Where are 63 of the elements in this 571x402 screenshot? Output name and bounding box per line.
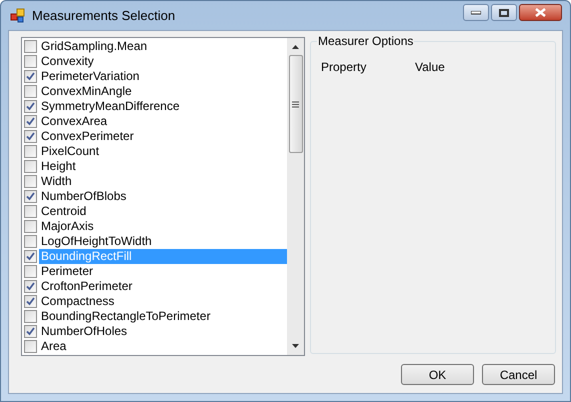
scroll-up-icon — [292, 45, 299, 49]
checkbox[interactable] — [24, 70, 37, 83]
list-item[interactable]: ConvexPerimeter — [39, 129, 287, 144]
maximize-button[interactable] — [491, 4, 517, 21]
column-header: Value — [415, 59, 446, 76]
checkbox[interactable] — [24, 175, 37, 188]
list-item[interactable]: Height — [39, 159, 287, 174]
minimize-icon — [471, 10, 481, 14]
list-item[interactable]: Width — [39, 174, 287, 189]
close-button[interactable] — [519, 4, 562, 21]
checkbox[interactable] — [24, 130, 37, 143]
checkbox[interactable] — [24, 190, 37, 203]
group-title: Measurer Options — [317, 33, 414, 49]
checkbox[interactable] — [24, 145, 37, 158]
list-item[interactable]: CroftonPerimeter — [39, 279, 287, 294]
list-item[interactable]: SymmetryMeanDifference — [39, 99, 287, 114]
minimize-button[interactable] — [463, 4, 489, 21]
checkbox[interactable] — [24, 340, 37, 353]
checkbox[interactable] — [24, 85, 37, 98]
list-item[interactable]: NumberOfBlobs — [39, 189, 287, 204]
scrollbar[interactable] — [287, 38, 304, 355]
list-item[interactable]: PerimeterVariation — [39, 69, 287, 84]
checkmark-icon — [26, 192, 35, 201]
list-item[interactable]: Convexity — [39, 54, 287, 69]
list-item[interactable]: Compactness — [39, 294, 287, 309]
checkbox[interactable] — [24, 250, 37, 263]
maximize-icon — [499, 8, 509, 16]
grip-icon — [292, 100, 299, 108]
checkbox[interactable] — [24, 160, 37, 173]
column-header: Property — [321, 59, 368, 76]
checkbox[interactable] — [24, 280, 37, 293]
checkbox[interactable] — [24, 325, 37, 338]
checkbox[interactable] — [24, 220, 37, 233]
checkbox[interactable] — [24, 235, 37, 248]
scroll-thumb[interactable] — [288, 55, 302, 153]
dialog-button[interactable]: Cancel — [482, 364, 555, 385]
scroll-down-icon — [292, 344, 299, 348]
checkbox[interactable] — [24, 265, 37, 278]
close-icon — [535, 8, 546, 17]
checkbox[interactable] — [24, 205, 37, 218]
checkmark-icon — [26, 252, 35, 261]
checkbox[interactable] — [24, 100, 37, 113]
list-item[interactable]: Perimeter — [39, 264, 287, 279]
list-item[interactable]: Area — [39, 339, 287, 354]
list-item[interactable]: BoundingRectangleToPerimeter — [39, 309, 287, 324]
list-item[interactable]: NumberOfHoles — [39, 324, 287, 339]
checkbox[interactable] — [24, 295, 37, 308]
checkbox[interactable] — [24, 115, 37, 128]
checkmark-icon — [26, 72, 35, 81]
checkmark-icon — [26, 327, 35, 336]
list-item[interactable]: ConvexArea — [39, 114, 287, 129]
app-icon — [10, 8, 26, 24]
list-item[interactable]: GridSampling.Mean — [39, 39, 287, 54]
checkbox[interactable] — [24, 40, 37, 53]
list-item[interactable]: MajorAxis — [39, 219, 287, 234]
dialog-button[interactable]: OK — [401, 364, 474, 385]
list-item[interactable]: PixelCount — [39, 144, 287, 159]
list-item[interactable]: LogOfHeightToWidth — [39, 234, 287, 249]
checkbox[interactable] — [24, 55, 37, 68]
list-item[interactable]: Centroid — [39, 204, 287, 219]
checkbox[interactable] — [24, 310, 37, 323]
window-title: Measurements Selection — [32, 6, 176, 25]
list-item[interactable]: ConvexMinAngle — [39, 84, 287, 99]
